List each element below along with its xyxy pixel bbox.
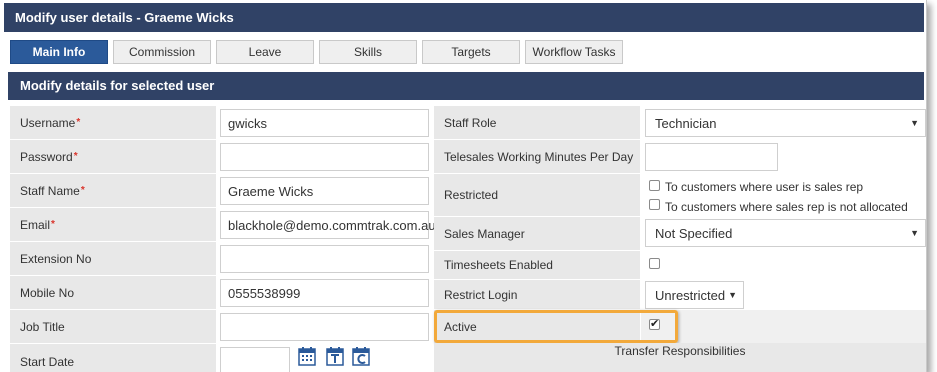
- chevron-down-icon: ▼: [910, 228, 919, 238]
- username-label: Username *: [10, 106, 216, 139]
- restricted-unallocated-label: To customers where sales rep is not allo…: [665, 200, 908, 214]
- sales-manager-select[interactable]: Not Specified ▼: [645, 219, 926, 247]
- tab-main-info[interactable]: Main Info: [10, 40, 108, 64]
- restricted-sales-rep-label: To customers where user is sales rep: [665, 180, 864, 194]
- start-date-input[interactable]: [220, 347, 290, 372]
- job-title-input[interactable]: [220, 313, 429, 341]
- section-title: Modify details for selected user: [8, 72, 924, 100]
- restricted-unallocated-checkbox[interactable]: [649, 199, 660, 210]
- calendar-clear-icon[interactable]: [352, 346, 370, 366]
- required-marker: *: [51, 219, 55, 230]
- active-highlight-box: [434, 310, 678, 343]
- chevron-down-icon: ▼: [728, 290, 737, 300]
- tab-commission[interactable]: Commission: [113, 40, 211, 64]
- calendar-icon[interactable]: [298, 346, 316, 366]
- staff-role-value: Technician: [655, 116, 717, 131]
- username-input[interactable]: gwicks: [220, 109, 429, 137]
- telesales-input[interactable]: [645, 143, 778, 171]
- extension-no-input[interactable]: [220, 245, 429, 273]
- chevron-down-icon: ▼: [910, 118, 919, 128]
- password-label: Password *: [10, 140, 216, 173]
- sales-manager-value: Not Specified: [655, 226, 733, 241]
- staff-role-select[interactable]: Technician ▼: [645, 109, 926, 137]
- restricted-sales-rep-checkbox[interactable]: [649, 180, 660, 191]
- calendar-today-icon[interactable]: [326, 346, 344, 366]
- job-title-label: Job Title: [10, 310, 216, 343]
- extension-no-label: Extension No: [10, 242, 216, 275]
- restrict-login-label: Restrict Login: [434, 280, 640, 309]
- restricted-label: Restricted: [434, 174, 640, 216]
- password-input[interactable]: [220, 143, 429, 171]
- email-label: Email *: [10, 208, 216, 241]
- tab-leave[interactable]: Leave: [216, 40, 314, 64]
- mobile-no-label: Mobile No: [10, 276, 216, 309]
- required-marker: *: [80, 185, 85, 196]
- tab-targets[interactable]: Targets: [422, 40, 520, 64]
- sales-manager-label: Sales Manager: [434, 217, 640, 250]
- mobile-no-input[interactable]: 0555538999: [220, 279, 429, 307]
- tab-workflow-tasks[interactable]: Workflow Tasks: [525, 40, 623, 64]
- timesheets-checkbox[interactable]: [649, 258, 660, 269]
- staff-name-label: Staff Name *: [10, 174, 216, 207]
- timesheets-label: Timesheets Enabled: [434, 251, 640, 279]
- restrict-login-select[interactable]: Unrestricted ▼: [645, 281, 744, 309]
- restrict-login-value: Unrestricted: [655, 288, 726, 303]
- required-marker: *: [73, 151, 78, 162]
- tab-skills[interactable]: Skills: [319, 40, 417, 64]
- required-marker: *: [76, 117, 81, 128]
- window-title: Modify user details - Graeme Wicks: [4, 3, 924, 32]
- telesales-label: Telesales Working Minutes Per Day: [434, 140, 640, 173]
- staff-name-input[interactable]: Graeme Wicks: [220, 177, 429, 205]
- modify-user-window: Modify user details - Graeme Wicks Main …: [0, 0, 927, 372]
- transfer-responsibilities-heading: Transfer Responsibilities: [434, 343, 926, 372]
- staff-role-label: Staff Role: [434, 106, 640, 139]
- active-cell: [641, 310, 926, 343]
- start-date-label: Start Date: [10, 344, 216, 372]
- email-input[interactable]: blackhole@demo.commtrak.com.au: [220, 211, 436, 239]
